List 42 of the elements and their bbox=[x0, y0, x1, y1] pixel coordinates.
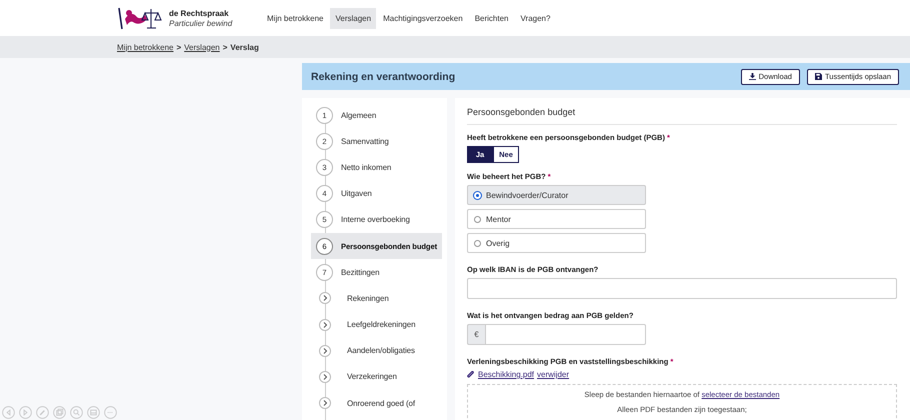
pen-icon[interactable] bbox=[36, 406, 49, 419]
chevron-icon bbox=[319, 397, 331, 410]
step-item[interactable]: Rekeningen bbox=[311, 285, 442, 312]
brand-subtitle: Particulier bewind bbox=[169, 18, 232, 28]
previous-icon[interactable] bbox=[2, 406, 15, 419]
more-icon[interactable] bbox=[104, 406, 117, 419]
nav-tab[interactable]: Machtigingsverzoeken bbox=[378, 8, 468, 28]
chevron-icon bbox=[319, 344, 331, 357]
nav-tab[interactable]: Mijn betrokkene bbox=[262, 8, 328, 28]
save-icon bbox=[814, 73, 822, 80]
iban-field[interactable] bbox=[467, 278, 897, 299]
breadcrumb-separator: > bbox=[222, 42, 228, 52]
breadcrumb-link[interactable]: Mijn betrokkene bbox=[117, 42, 174, 52]
step-item[interactable]: Leefgeldrekeningen bbox=[311, 312, 442, 338]
screen-icon[interactable] bbox=[87, 406, 100, 419]
next-icon[interactable] bbox=[19, 406, 32, 419]
radio-option[interactable]: Mentor bbox=[467, 209, 646, 229]
file-link[interactable]: Beschikking.pdf bbox=[478, 370, 534, 379]
chevron-icon bbox=[319, 370, 331, 383]
radio-option[interactable]: Overig bbox=[467, 233, 646, 253]
section-heading: Persoonsgebonden budget bbox=[467, 107, 897, 125]
paperclip-icon bbox=[467, 370, 475, 378]
nav-tab[interactable]: Vragen? bbox=[515, 8, 556, 28]
currency-prefix: € bbox=[467, 324, 485, 345]
chevron-icon bbox=[319, 292, 331, 304]
radio-option[interactable]: Bewindvoerder/Curator bbox=[467, 185, 646, 205]
remove-link[interactable]: verwijder bbox=[537, 370, 570, 379]
amount-field[interactable] bbox=[485, 324, 646, 345]
chevron-icon bbox=[319, 318, 331, 331]
page-title: Rekening en verantwoording bbox=[311, 70, 456, 82]
nav-tab[interactable]: Berichten bbox=[470, 8, 514, 28]
breadcrumb-current: Verslag bbox=[230, 42, 259, 52]
search-icon[interactable] bbox=[70, 406, 83, 419]
pages-icon[interactable] bbox=[53, 406, 66, 419]
step-item[interactable]: Aandelen/obligaties bbox=[311, 338, 442, 364]
brand-title: de Rechtspraak bbox=[169, 8, 230, 18]
nav-tab[interactable]: Verslagen bbox=[330, 8, 376, 28]
breadcrumb-link[interactable]: Verslagen bbox=[184, 42, 220, 52]
step-item[interactable]: Verzekeringen bbox=[311, 364, 442, 390]
breadcrumb-separator: > bbox=[176, 42, 182, 52]
step-item[interactable]: Onroerend goed (of bbox=[311, 390, 442, 416]
download-icon bbox=[748, 73, 756, 80]
